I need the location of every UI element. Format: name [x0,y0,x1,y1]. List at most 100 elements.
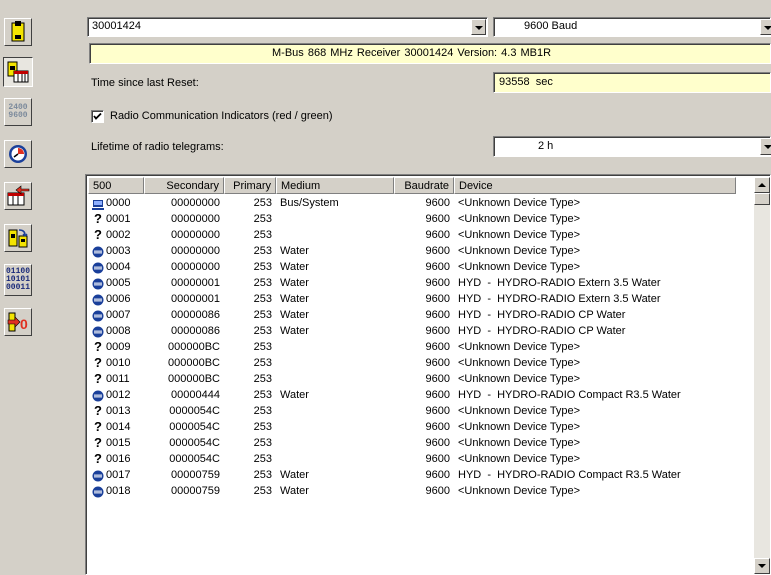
scroll-thumb[interactable] [754,193,770,205]
scroll-up-button[interactable] [754,177,770,193]
binary-button[interactable]: 01100 10101 00011 [4,264,32,296]
row-number: 0008 [106,325,131,337]
row-medium: Bus/System [280,197,339,209]
row-primary: 253 [253,437,272,449]
column-header-device[interactable]: Device [454,177,736,194]
baud-button[interactable]: 2400 9600 [4,98,32,126]
refresh-device-button[interactable] [4,224,32,252]
clock-icon [9,145,27,163]
lifetime-value: 2 h [538,140,554,152]
unknown-device-icon: ? [94,339,102,354]
row-number: 0014 [106,421,131,433]
row-primary: 253 [253,261,272,273]
table-row[interactable]: 0005 00000001 253 Water 9600 HYD - HYDRO-RADI… [88,276,738,292]
row-number: 0006 [106,293,131,305]
chevron-down-icon[interactable] [760,138,771,155]
row-number: 0001 [106,213,131,225]
table-row[interactable]: ? 0001 00000000 253 9600 <Unknown Device Type… [88,211,738,228]
row-baudrate: 9600 [425,245,450,257]
baud-combo[interactable]: 9600 Baud [493,17,771,37]
table-row[interactable]: 0003 00000000 253 Water 9600 <Unknown Device … [88,244,738,260]
row-number: 0018 [106,485,131,497]
row-device: <Unknown Device Type> [458,229,581,241]
row-secondary: 00000000 [171,197,220,209]
clock-button[interactable] [4,140,32,168]
device-icon [11,21,25,42]
refresh-device-icon [8,229,28,248]
radio-meter-icon [92,262,104,274]
table-row[interactable]: 0012 00000444 253 Water 9600 HYD - HYDRO-RADI… [88,388,738,404]
table-row[interactable]: ? 0002 00000000 253 9600 <Unknown Device Type… [88,227,738,244]
row-secondary: 000000BC [168,357,220,369]
row-number: 0017 [106,469,131,481]
read-list-button[interactable] [3,57,33,87]
row-number: 0007 [106,309,131,321]
reset-icon: 0 [7,312,28,332]
device-id-combo[interactable]: 30001424 [87,17,488,37]
table-row[interactable]: 0018 00000759 253 Water 9600 <Unknown Device … [88,484,738,500]
row-secondary: 00000001 [171,293,220,305]
scroll-down-button[interactable] [754,558,770,574]
table-row[interactable]: ? 0015 0000054C 253 9600 <Unknown Device Type… [88,435,738,452]
unknown-device-icon: ? [94,451,102,466]
row-baudrate: 9600 [425,261,450,273]
lifetime-combo[interactable]: 2 h [493,136,771,157]
chevron-down-icon[interactable] [471,19,486,35]
row-secondary: 0000054C [169,453,220,465]
table-row[interactable]: 0000 00000000 253 Bus/System 9600 <Unknown De… [88,196,738,212]
table-row[interactable]: 0007 00000086 253 Water 9600 HYD - HYDRO-RADI… [88,308,738,324]
column-header-number[interactable]: 500 [88,177,144,194]
import-button[interactable] [4,182,32,210]
column-header-medium[interactable]: Medium [276,177,394,194]
bus-system-icon [92,200,104,210]
radio-indicators-checkbox[interactable] [91,110,104,123]
table-row[interactable]: ? 0013 0000054C 253 9600 <Unknown Device Type… [88,403,738,420]
row-baudrate: 9600 [425,373,450,385]
row-device: <Unknown Device Type> [458,373,581,385]
baud-value: 9600 Baud [524,20,578,32]
table-row[interactable]: 0004 00000000 253 Water 9600 <Unknown Device … [88,260,738,276]
table-row[interactable]: 0006 00000001 253 Water 9600 HYD - HYDRO-RADI… [88,292,738,308]
column-header-baudrate[interactable]: Baudrate [394,177,454,194]
unknown-device-icon: ? [94,419,102,434]
row-device: HYD - HYDRO-RADIO Extern 3.5 Water [458,277,661,289]
row-baudrate: 9600 [425,341,450,353]
row-device: <Unknown Device Type> [458,405,581,417]
row-secondary: 0000054C [169,405,220,417]
radio-meter-icon [92,470,104,482]
device-button[interactable] [4,18,32,46]
row-baudrate: 9600 [425,213,450,225]
arrow-down-icon [758,564,766,568]
row-number: 0012 [106,389,131,401]
table-row[interactable]: ? 0011 000000BC 253 9600 <Unknown Device Type… [88,371,738,388]
table-row[interactable]: ? 0010 000000BC 253 9600 <Unknown Device Type… [88,355,738,372]
column-header-primary[interactable]: Primary [224,177,276,194]
table-row[interactable]: 0008 00000086 253 Water 9600 HYD - HYDRO-RADI… [88,324,738,340]
row-baudrate: 9600 [425,293,450,305]
row-medium: Water [280,325,309,337]
device-list[interactable]: 500 Secondary Primary Medium Baudrate De… [85,174,771,575]
row-device: <Unknown Device Type> [458,213,581,225]
row-number: 0016 [106,453,131,465]
row-number: 0011 [106,373,130,385]
row-baudrate: 9600 [425,325,450,337]
unknown-device-icon: ? [94,371,102,386]
table-row[interactable]: 0017 00000759 253 Water 9600 HYD - HYDRO-RADI… [88,468,738,484]
table-row[interactable]: ? 0009 000000BC 253 9600 <Unknown Device Type… [88,339,738,356]
row-baudrate: 9600 [425,277,450,289]
vertical-scrollbar[interactable] [754,177,770,574]
table-row[interactable]: ? 0014 0000054C 253 9600 <Unknown Device Type… [88,419,738,436]
row-number: 0010 [106,357,131,369]
reset-button[interactable]: 0 [4,308,32,336]
row-medium: Water [280,277,309,289]
row-baudrate: 9600 [425,357,450,369]
row-medium: Water [280,309,309,321]
table-row[interactable]: ? 0016 0000054C 253 9600 <Unknown Device Type… [88,451,738,468]
row-device: HYD - HYDRO-RADIO Extern 3.5 Water [458,293,661,305]
row-device: <Unknown Device Type> [458,421,581,433]
row-baudrate: 9600 [425,421,450,433]
row-primary: 253 [253,197,272,209]
row-secondary: 00000000 [171,245,220,257]
column-header-secondary[interactable]: Secondary [144,177,224,194]
chevron-down-icon[interactable] [760,19,771,35]
